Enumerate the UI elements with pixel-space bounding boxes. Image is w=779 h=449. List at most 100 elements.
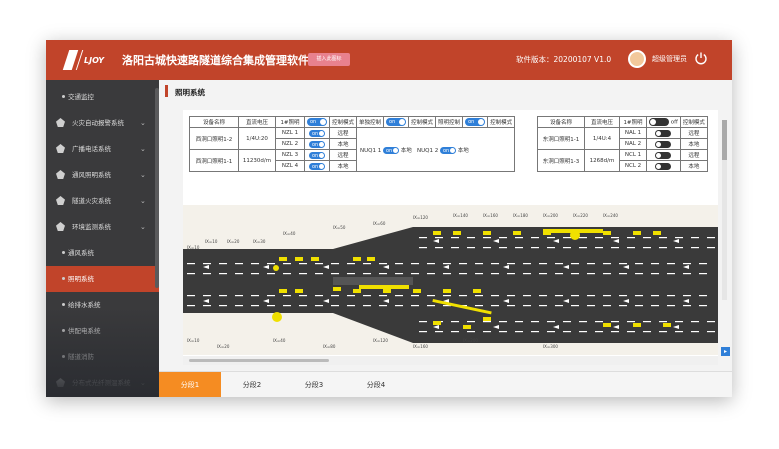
scrollbar-thumb[interactable]	[722, 120, 727, 160]
lane-dash	[235, 305, 243, 307]
lane-dash	[571, 273, 579, 275]
power-icon[interactable]	[694, 51, 708, 65]
lane-dash	[467, 247, 475, 249]
content-vertical-scrollbar[interactable]	[722, 120, 727, 300]
lane-dash	[643, 247, 651, 249]
lane-dash	[691, 237, 699, 239]
lane-dash	[507, 273, 515, 275]
circuit-toggle[interactable]: on	[309, 140, 325, 148]
lane-dash	[331, 305, 339, 307]
lighting-content-panel: 设备名称 直流电压 1#照明 on 控制模式 单独控制 on 控制模式 照明控制…	[183, 110, 718, 365]
user-avatar[interactable]	[628, 50, 646, 68]
group-b-toggle[interactable]: on	[439, 146, 456, 154]
header-badge-button[interactable]: 插入此图标	[308, 53, 350, 66]
scrollbar-thumb[interactable]	[189, 359, 329, 362]
group-a-toggle[interactable]: on	[382, 146, 399, 154]
lane-dash	[611, 331, 619, 333]
table-header-cell: 照明控制	[435, 116, 464, 128]
circuit-toggle[interactable]	[655, 129, 672, 137]
fan-icon[interactable]	[273, 265, 279, 271]
lane-dash	[515, 331, 523, 333]
lane-dash	[667, 295, 675, 297]
lane-dash	[531, 237, 539, 239]
tab-segment-1[interactable]: 分段1	[159, 372, 221, 397]
tab-segment-3[interactable]: 分段3	[283, 372, 345, 397]
table-row: 东洞口照明1-3 1268d/m NCL 1 远程	[537, 149, 708, 172]
tab-segment-2[interactable]: 分段2	[221, 372, 283, 397]
lane-dash	[203, 273, 211, 275]
lane-dash	[547, 247, 555, 249]
sidebar-item-label: 照明系统	[68, 275, 94, 283]
lane-dash	[523, 263, 531, 265]
lane-dash	[235, 273, 243, 275]
circuit-toggle[interactable]	[655, 151, 672, 159]
sidebar-item[interactable]: 广播电话系统 ⌄	[46, 136, 159, 162]
lane-dash	[475, 305, 483, 307]
single-control-toggle[interactable]: on	[386, 118, 407, 126]
lane-dash	[363, 295, 371, 297]
sidebar-item[interactable]: 通风照明系统 ⌄	[46, 162, 159, 188]
lane-dash	[483, 331, 491, 333]
sidebar-item-label: 分布式光纤测温系统	[72, 379, 131, 387]
master-toggle-right[interactable]	[649, 118, 669, 126]
lamp-icon	[443, 289, 451, 293]
sidebar-item[interactable]: 隧道消防	[46, 344, 159, 370]
sidebar-item[interactable]: 交通监控	[46, 84, 159, 110]
fan-icon[interactable]	[570, 230, 580, 240]
lane-dash	[659, 331, 667, 333]
control-table-right: 设备名称 直流电压 1#照明 off 控制模式 东洞口照明1-1 1/4U:4 …	[537, 116, 708, 172]
lamp-icon	[453, 231, 461, 235]
sidebar-item[interactable]: 分布式光纤测温系统 ⌄	[46, 370, 159, 396]
circuit-toggle[interactable]	[655, 162, 672, 170]
fan-icon[interactable]	[272, 312, 282, 322]
master-toggle-cell: off	[646, 116, 681, 128]
device-name-cell: 西洞口照明1-2	[189, 127, 239, 150]
lane-dash	[203, 295, 211, 297]
sidebar-item[interactable]: 隧道火灾系统 ⌄	[46, 188, 159, 214]
lamp-icon	[433, 321, 441, 325]
lane-dash	[699, 263, 707, 265]
tab-segment-4[interactable]: 分段4	[345, 372, 407, 397]
sidebar-item-label: 通风照明系统	[72, 171, 111, 179]
lamp-icon	[295, 289, 303, 293]
chevron-down-icon: ⌄	[140, 223, 146, 231]
mode-cell: 本地	[679, 160, 708, 172]
lane-dash	[643, 331, 651, 333]
lane-dash	[427, 273, 435, 275]
lane-dash	[427, 295, 435, 297]
sidebar-item[interactable]: 供配电系统	[46, 318, 159, 344]
lane-dash	[691, 321, 699, 323]
sidebar-item-icon	[56, 222, 65, 231]
sidebar-item[interactable]: 环境监测系统 ⌄	[46, 214, 159, 240]
group-a-mode: 本地	[400, 147, 412, 154]
master-toggle[interactable]: on	[307, 118, 327, 126]
circuit-id-cell: NZL 4	[275, 160, 305, 172]
lane-dash	[443, 263, 451, 265]
circuit-toggle[interactable]: on	[309, 129, 325, 137]
chevron-down-icon: ⌄	[140, 119, 146, 127]
lane-dash	[363, 305, 371, 307]
table-header-cell: 控制模式	[487, 116, 516, 128]
lane-dash	[299, 273, 307, 275]
sidebar-item[interactable]: 通风系统	[46, 240, 159, 266]
sidebar-item[interactable]: 照明系统	[46, 266, 159, 292]
diagram-horizontal-scrollbar[interactable]	[183, 356, 718, 365]
lane-dash	[379, 273, 387, 275]
group-a-label: NUQ1 1	[360, 147, 382, 154]
circuit-toggle[interactable]	[655, 140, 672, 148]
circuit-toggle[interactable]: on	[309, 162, 325, 170]
lane-dash	[707, 237, 715, 239]
device-name-cell: 西洞口照明1-1	[189, 149, 239, 172]
circuit-toggle[interactable]: on	[309, 151, 325, 159]
lane-dash	[347, 295, 355, 297]
tunnel-top-label: IX=180	[513, 213, 528, 218]
lane-dash	[187, 263, 195, 265]
username-label[interactable]: 超级管理员	[652, 54, 687, 64]
tunnel-top-label: IX=160	[483, 213, 498, 218]
expand-icon[interactable]: ▸	[721, 347, 730, 356]
lighting-control-toggle[interactable]: on	[465, 118, 486, 126]
lane-dash	[683, 263, 691, 265]
sidebar-item[interactable]: 给排水系统	[46, 292, 159, 318]
lane-dash	[555, 273, 563, 275]
sidebar-item[interactable]: 火灾自动报警系统 ⌄	[46, 110, 159, 136]
